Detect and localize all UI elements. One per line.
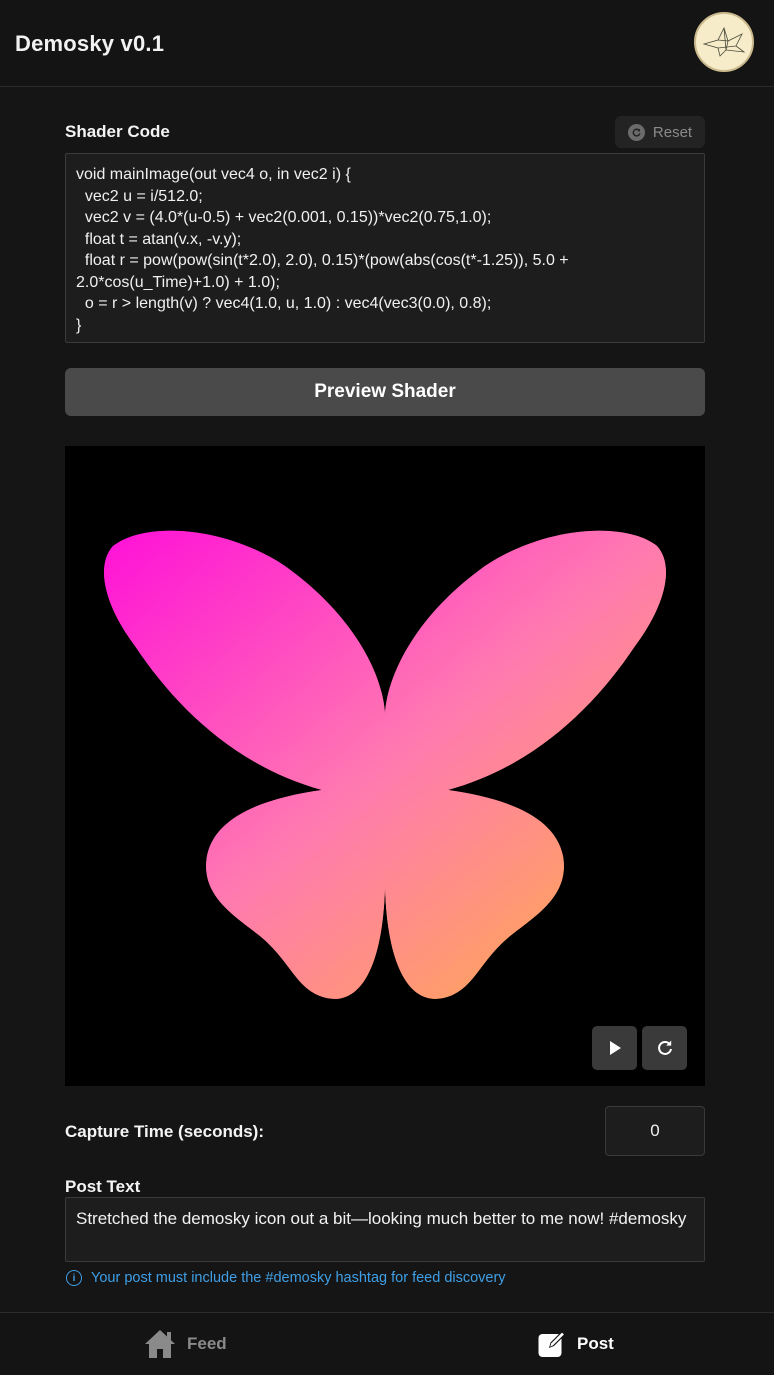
play-icon	[609, 1041, 621, 1055]
hashtag-hint: i Your post must include the #demosky ha…	[66, 1268, 506, 1288]
reset-button[interactable]: Reset	[615, 116, 705, 148]
home-icon	[145, 1330, 175, 1358]
app: Demosky v0.1 Shader Code Reset void main…	[0, 0, 774, 1375]
post-text-label: Post Text	[65, 1177, 141, 1196]
restart-icon	[657, 1040, 672, 1055]
header: Demosky v0.1	[0, 0, 774, 87]
capture-time-label: Capture Time (seconds):	[65, 1122, 265, 1141]
play-button[interactable]	[592, 1026, 637, 1070]
reset-label: Reset	[652, 123, 693, 141]
capture-time-input[interactable]	[605, 1106, 705, 1156]
shader-code-editor[interactable]: void mainImage(out vec4 o, in vec2 i) { …	[65, 153, 705, 343]
nav-item-feed[interactable]: Feed	[143, 1327, 227, 1361]
shader-code-label: Shader Code	[65, 122, 170, 141]
paper-crane-icon	[702, 26, 746, 57]
info-icon: i	[66, 1270, 82, 1286]
preview-shader-button[interactable]: Preview Shader	[65, 368, 705, 416]
hint-text: Your post must include the #demosky hash…	[91, 1270, 506, 1286]
nav-feed-label: Feed	[187, 1334, 227, 1353]
reset-icon	[627, 123, 645, 141]
restart-button[interactable]	[642, 1026, 687, 1070]
post-text-input[interactable]: Stretched the demosky icon out a bit—loo…	[65, 1197, 705, 1262]
butterfly-render	[104, 530, 666, 999]
avatar[interactable]	[694, 12, 754, 72]
compose-icon	[538, 1331, 566, 1357]
bottom-nav: Feed Post	[0, 1312, 774, 1375]
app-title: Demosky v0.1	[15, 31, 165, 56]
nav-post-label: Post	[577, 1334, 614, 1353]
nav-item-post[interactable]: Post	[537, 1327, 614, 1361]
shader-preview-canvas[interactable]	[65, 446, 705, 1086]
